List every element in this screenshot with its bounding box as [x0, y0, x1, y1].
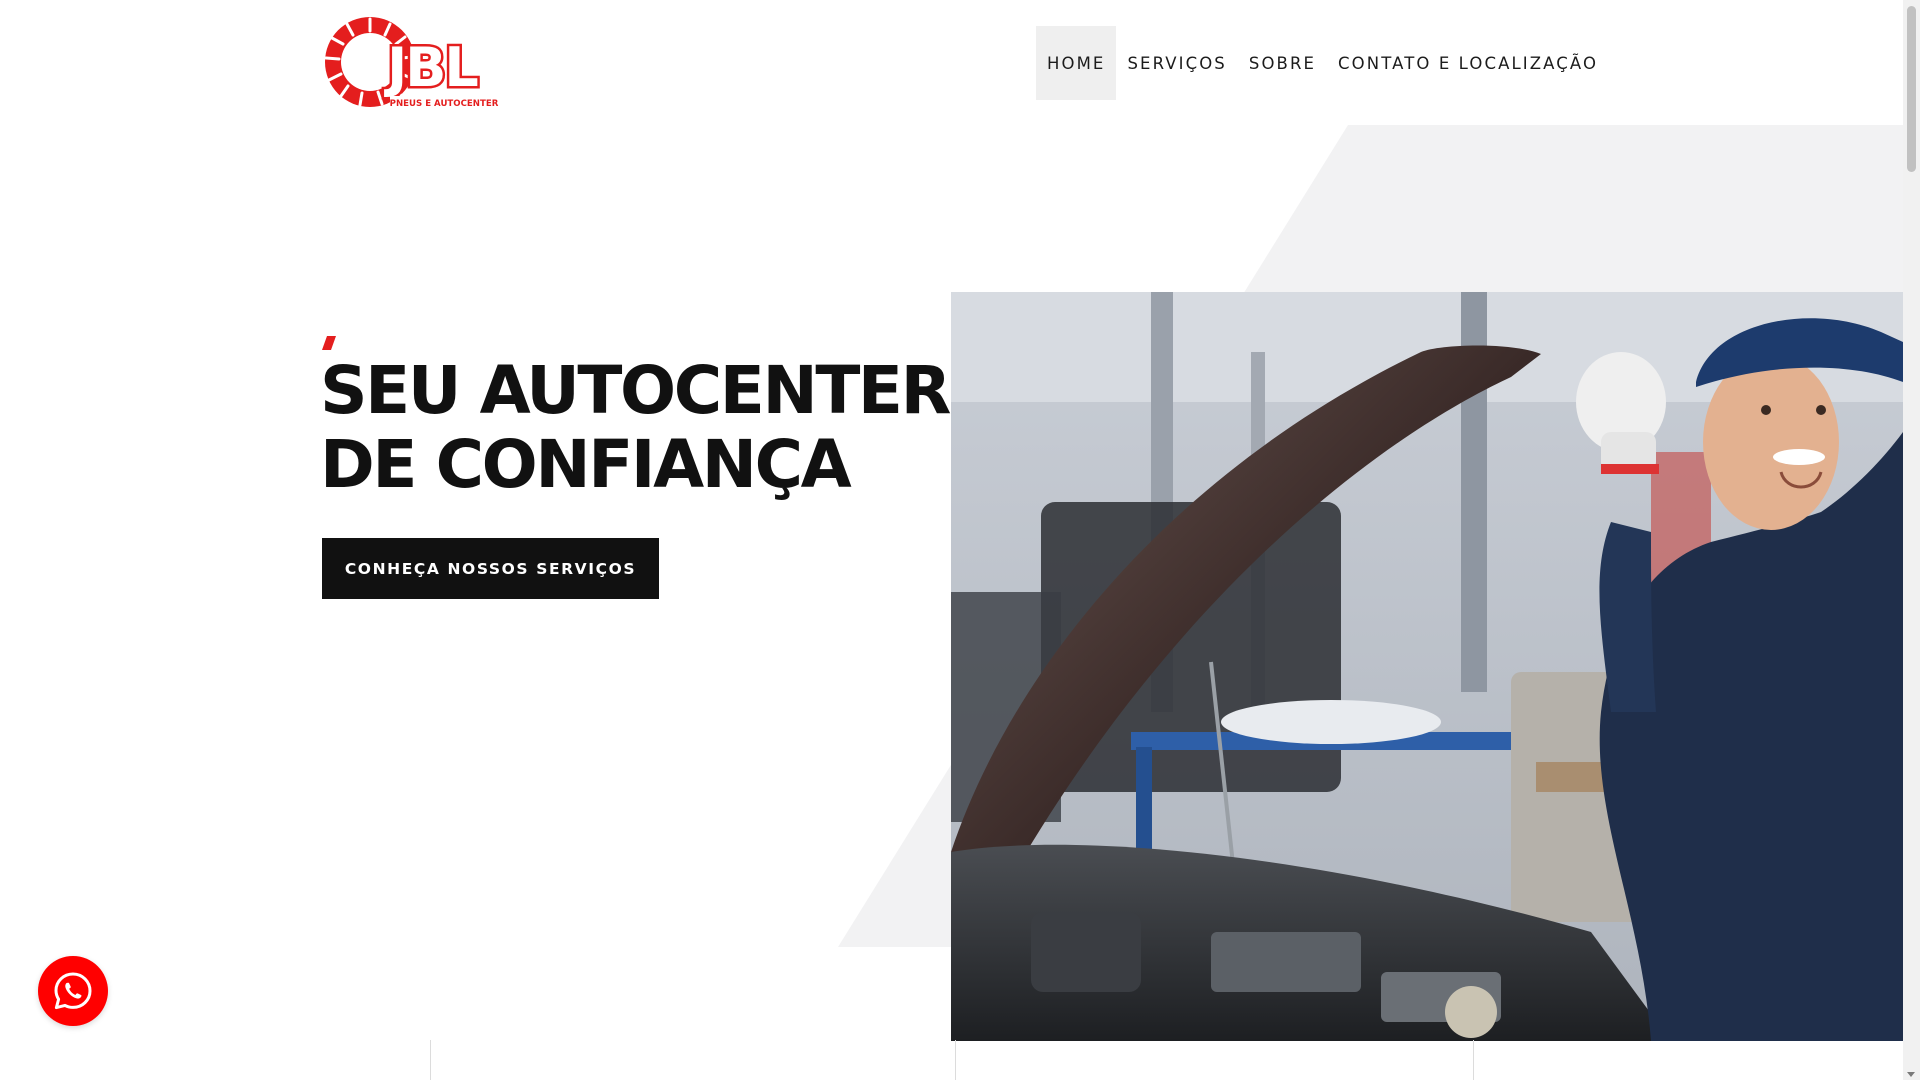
tire-logo-icon: JBL PNEUS E AUTOCENTER	[324, 17, 499, 109]
page: JBL PNEUS E AUTOCENTER HOME SERVIÇOS SOB…	[0, 0, 1920, 1080]
section-divider	[955, 1040, 956, 1080]
nav-item-contato[interactable]: CONTATO E LOCALIZAÇÃO	[1327, 26, 1609, 100]
main-nav: HOME SERVIÇOS SOBRE CONTATO E LOCALIZAÇÃ…	[1036, 26, 1609, 100]
hero-title-line-2: DE CONFIANÇA	[320, 426, 852, 503]
nav-item-sobre[interactable]: SOBRE	[1238, 26, 1327, 100]
whatsapp-icon	[54, 972, 92, 1010]
nav-item-home[interactable]: HOME	[1036, 26, 1117, 100]
nav-item-servicos[interactable]: SERVIÇOS	[1116, 26, 1237, 100]
section-divider	[430, 1040, 431, 1080]
logo-tagline: PNEUS E AUTOCENTER	[390, 99, 499, 109]
hero-title-line-1: SEU AUTOCENTER	[320, 352, 951, 429]
accent-mark-icon	[322, 336, 336, 350]
page-scrollbar[interactable]	[1903, 0, 1920, 1080]
scroll-down-arrow-icon[interactable]	[1907, 1072, 1915, 1077]
whatsapp-button[interactable]	[38, 956, 108, 1026]
mechanic-photo	[951, 292, 1903, 1041]
hero-title: SEU AUTOCENTER DE CONFIANÇA	[320, 354, 960, 502]
scrollbar-thumb[interactable]	[1907, 6, 1916, 172]
brand-logo[interactable]: JBL PNEUS E AUTOCENTER	[320, 12, 500, 112]
logo-wordmark: JBL	[383, 36, 477, 99]
services-cta-button[interactable]: CONHEÇA NOSSOS SERVIÇOS	[322, 538, 659, 599]
section-divider	[1473, 1040, 1474, 1080]
